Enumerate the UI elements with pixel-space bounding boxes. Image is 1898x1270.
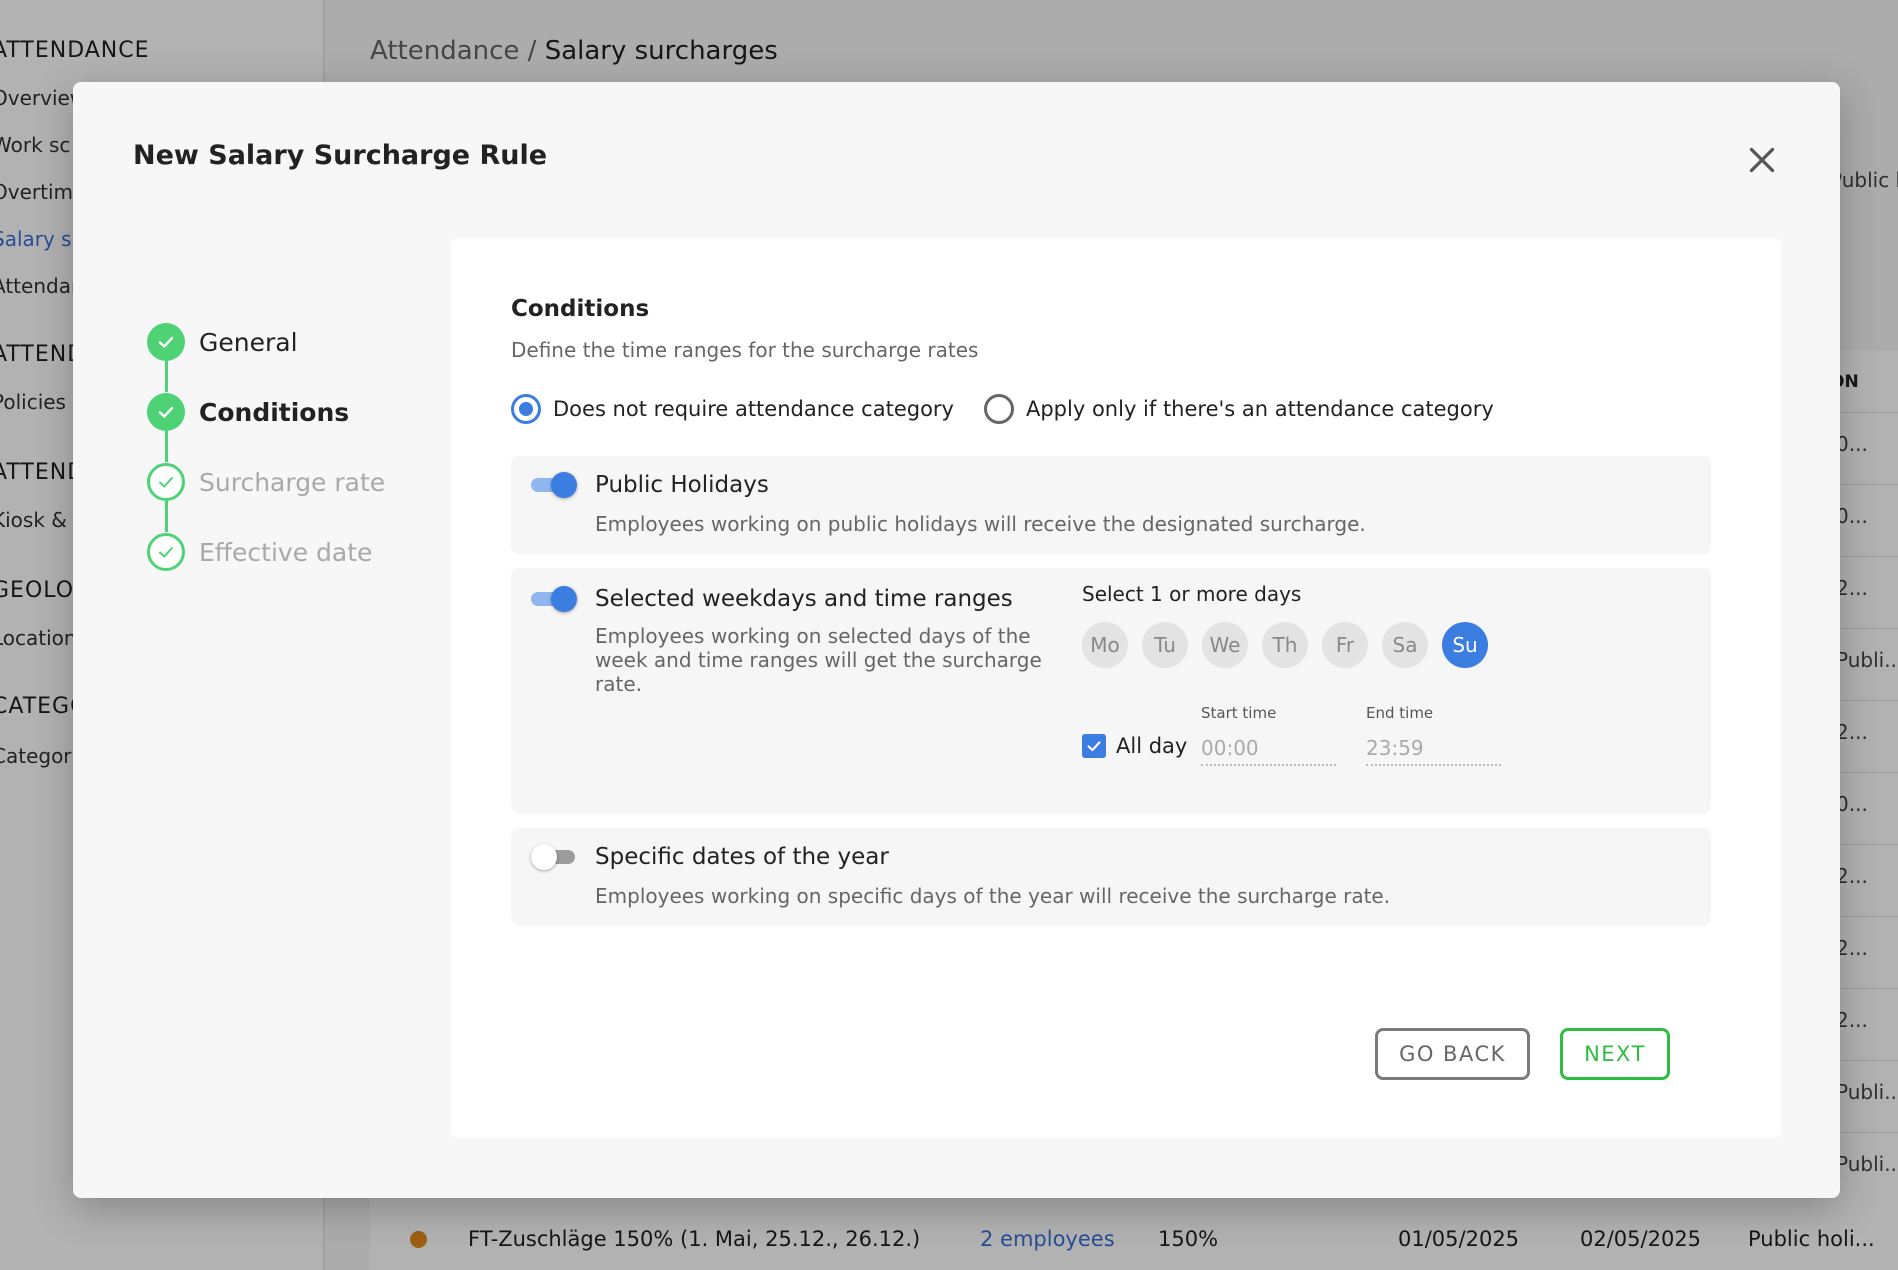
end-time-label: End time bbox=[1366, 704, 1434, 722]
step-label: General bbox=[199, 327, 298, 357]
step-general[interactable]: General bbox=[147, 322, 298, 362]
go-back-button[interactable]: GO BACK bbox=[1375, 1028, 1530, 1080]
radio-label: Does not require attendance category bbox=[553, 397, 954, 421]
public-holidays-toggle[interactable] bbox=[531, 472, 577, 498]
radio-checked-icon bbox=[511, 394, 541, 424]
day-thursday[interactable]: Th bbox=[1262, 622, 1308, 668]
public-holidays-card: Public Holidays Employees working on pub… bbox=[511, 456, 1711, 554]
check-circle-icon bbox=[147, 323, 185, 361]
checkbox-checked-icon bbox=[1082, 734, 1106, 758]
attendance-category-radio-group: Does not require attendance category App… bbox=[511, 394, 1524, 424]
step-surcharge-rate[interactable]: Surcharge rate bbox=[147, 462, 385, 502]
end-time-input[interactable] bbox=[1366, 732, 1501, 766]
weekday-selector: Mo Tu We Th Fr Sa Su bbox=[1082, 622, 1502, 668]
next-button[interactable]: NEXT bbox=[1560, 1028, 1670, 1080]
card-title: Specific dates of the year bbox=[595, 844, 889, 870]
close-icon bbox=[1749, 147, 1775, 173]
card-description: Employees working on specific days of th… bbox=[595, 884, 1391, 908]
check-circle-icon bbox=[147, 393, 185, 431]
card-description: Employees working on public holidays wil… bbox=[595, 512, 1366, 536]
check-outline-icon bbox=[147, 463, 185, 501]
weekdays-card: Selected weekdays and time ranges Employ… bbox=[511, 568, 1711, 814]
day-sunday[interactable]: Su bbox=[1442, 622, 1488, 668]
day-friday[interactable]: Fr bbox=[1322, 622, 1368, 668]
day-saturday[interactable]: Sa bbox=[1382, 622, 1428, 668]
step-label: Effective date bbox=[199, 537, 373, 567]
section-subtitle: Define the time ranges for the surcharge… bbox=[511, 338, 979, 362]
step-connector bbox=[165, 360, 168, 392]
new-surcharge-rule-dialog: New Salary Surcharge Rule General Condit… bbox=[73, 82, 1840, 1198]
card-title: Selected weekdays and time ranges bbox=[595, 586, 1013, 612]
start-time-input[interactable] bbox=[1201, 732, 1336, 766]
step-conditions[interactable]: Conditions bbox=[147, 392, 349, 432]
check-outline-icon bbox=[147, 533, 185, 571]
all-day-label: All day bbox=[1116, 734, 1188, 758]
day-monday[interactable]: Mo bbox=[1082, 622, 1128, 668]
day-wednesday[interactable]: We bbox=[1202, 622, 1248, 668]
step-connector bbox=[165, 500, 168, 532]
radio-unchecked-icon bbox=[983, 394, 1014, 424]
step-effective-date[interactable]: Effective date bbox=[147, 532, 372, 572]
weekdays-toggle[interactable] bbox=[531, 586, 577, 612]
step-label: Conditions bbox=[199, 397, 350, 427]
radio-with-category[interactable]: Apply only if there's an attendance cate… bbox=[983, 394, 1494, 424]
close-button[interactable] bbox=[1744, 142, 1780, 178]
step-label: Surcharge rate bbox=[199, 467, 386, 497]
day-tuesday[interactable]: Tu bbox=[1142, 622, 1188, 668]
card-title: Public Holidays bbox=[595, 472, 769, 498]
all-day-checkbox[interactable]: All day bbox=[1082, 734, 1187, 758]
specific-dates-toggle[interactable] bbox=[531, 844, 575, 870]
step-connector bbox=[165, 430, 168, 462]
days-label: Select 1 or more days bbox=[1082, 582, 1302, 606]
radio-label: Apply only if there's an attendance cate… bbox=[1025, 397, 1494, 421]
radio-no-category[interactable]: Does not require attendance category bbox=[511, 394, 954, 424]
card-description: Employees working on selected days of th… bbox=[595, 624, 1042, 696]
dialog-title: New Salary Surcharge Rule bbox=[133, 140, 548, 171]
specific-dates-card: Specific dates of the year Employees wor… bbox=[511, 828, 1711, 926]
start-time-label: Start time bbox=[1201, 704, 1277, 722]
stepper: General Conditions Surcharge rate Effect… bbox=[147, 322, 447, 582]
section-title: Conditions bbox=[511, 296, 650, 322]
conditions-panel: Conditions Define the time ranges for th… bbox=[451, 238, 1781, 1138]
